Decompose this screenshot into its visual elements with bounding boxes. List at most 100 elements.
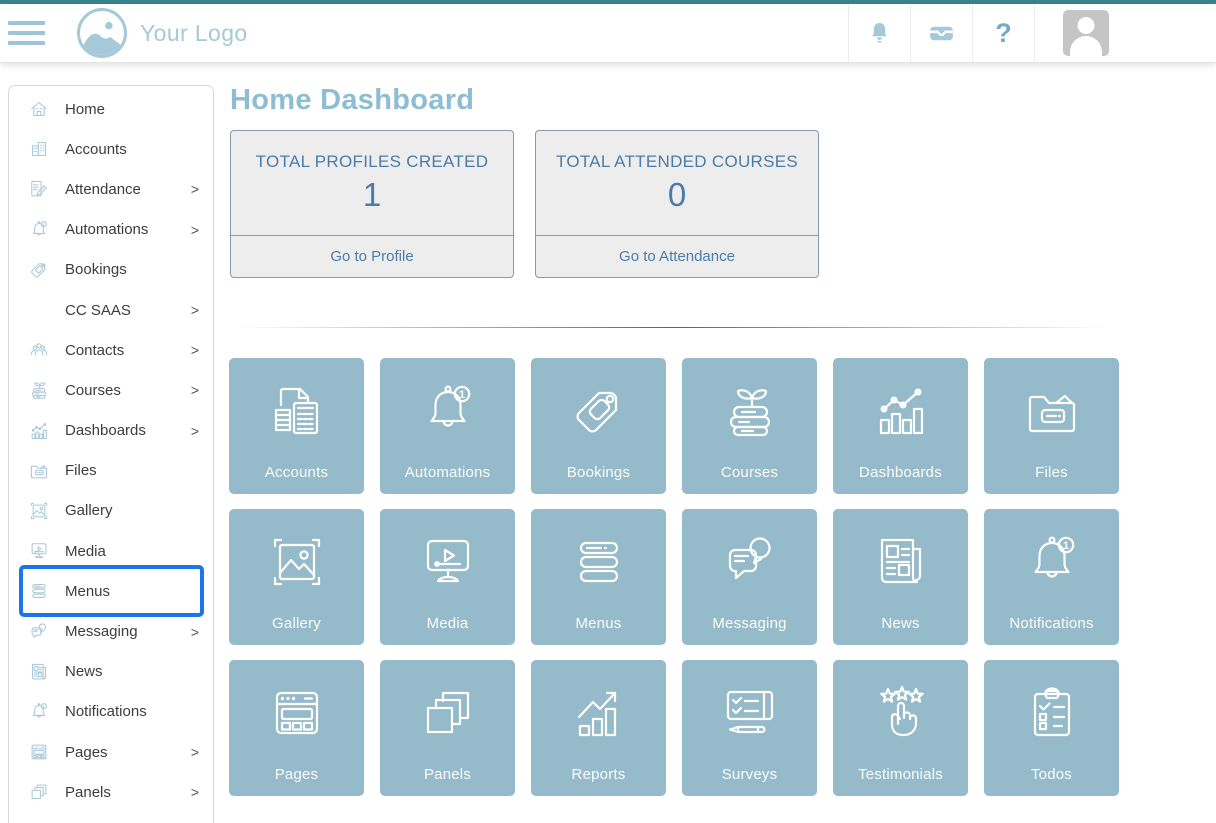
chevron-right-icon: > xyxy=(191,181,199,197)
inbox-icon[interactable] xyxy=(910,4,972,62)
tile-files[interactable]: Files xyxy=(984,358,1119,494)
chevron-right-icon: > xyxy=(191,423,199,439)
sidebar-item-panels[interactable]: Panels > xyxy=(9,772,213,812)
svg-text:1: 1 xyxy=(458,389,464,401)
sidebar-item-gallery[interactable]: Gallery > xyxy=(9,491,213,531)
stat-card-value: 1 xyxy=(231,176,513,214)
todo-clipboard-icon xyxy=(1020,681,1084,745)
sidebar-item-label: CC SAAS xyxy=(65,302,131,319)
tag-icon xyxy=(28,259,50,281)
chart-icon xyxy=(28,420,50,442)
sidebar-item-partial[interactable]: > xyxy=(9,812,213,823)
tile-panels[interactable]: Panels xyxy=(380,660,515,796)
sidebar-item-media[interactable]: Media > xyxy=(9,531,213,571)
sidebar-item-attendance[interactable]: Attendance > xyxy=(9,169,213,209)
tile-courses[interactable]: Courses xyxy=(682,358,817,494)
home-icon xyxy=(28,98,50,120)
stat-card-footer: Go to Profile xyxy=(231,235,513,277)
sidebar-item-label: Attendance xyxy=(65,181,141,198)
sidebar-item-home[interactable]: Home > xyxy=(9,89,213,129)
tile-label: Testimonials xyxy=(858,766,943,783)
tile-label: Automations xyxy=(405,464,491,481)
sidebar-item-label: Home xyxy=(65,101,105,118)
sidebar-item-label: Gallery xyxy=(65,502,113,519)
clipboard-pencil-icon xyxy=(28,178,50,200)
bell-badge-icon: 1 xyxy=(28,701,50,723)
tile-surveys[interactable]: Surveys xyxy=(682,660,817,796)
tile-label: Files xyxy=(1035,464,1068,481)
tile-notifications[interactable]: 1 Notifications xyxy=(984,509,1119,645)
sidebar-item-label: Pages xyxy=(65,744,108,761)
logo-text: Your Logo xyxy=(140,20,248,47)
tile-news[interactable]: News xyxy=(833,509,968,645)
notifications-bell-icon[interactable] xyxy=(848,4,910,62)
tile-automations[interactable]: 1 Automations xyxy=(380,358,515,494)
sidebar-item-bookings[interactable]: Bookings > xyxy=(9,250,213,290)
sidebar-item-courses[interactable]: Courses > xyxy=(9,370,213,410)
stat-card-attendance: TOTAL ATTENDED COURSES 0 Go to Attendanc… xyxy=(535,130,819,278)
go-to-profile-link[interactable]: Go to Profile xyxy=(330,248,413,265)
tile-label: Media xyxy=(427,615,469,632)
menu-bars-icon xyxy=(28,580,50,602)
tile-label: Accounts xyxy=(265,464,328,481)
folder-icon xyxy=(28,460,50,482)
tile-dashboards[interactable]: Dashboards xyxy=(833,358,968,494)
books-icon xyxy=(718,379,782,443)
chevron-right-icon: > xyxy=(191,342,199,358)
logo[interactable]: Your Logo xyxy=(77,4,248,62)
tile-media[interactable]: Media xyxy=(380,509,515,645)
monitor-icon xyxy=(28,540,50,562)
tile-todos[interactable]: Todos xyxy=(984,660,1119,796)
user-menu[interactable] xyxy=(1034,4,1216,62)
chevron-right-icon: > xyxy=(191,624,199,640)
sidebar-item-label: Notifications xyxy=(65,703,147,720)
tile-label: News xyxy=(881,615,919,632)
chevron-right-icon: > xyxy=(191,222,199,238)
sidebar-item-dashboards[interactable]: Dashboards > xyxy=(9,411,213,451)
sidebar-item-news[interactable]: News > xyxy=(9,652,213,692)
svg-text:1: 1 xyxy=(1062,540,1068,552)
sidebar-item-accounts[interactable]: Accounts > xyxy=(9,129,213,169)
tile-label: Notifications xyxy=(1009,615,1093,632)
hamburger-menu-icon[interactable] xyxy=(8,4,45,62)
avatar[interactable] xyxy=(1063,10,1109,56)
chevron-right-icon: > xyxy=(191,382,199,398)
tile-pages[interactable]: Pages xyxy=(229,660,364,796)
people-icon xyxy=(28,339,50,361)
stars-hand-icon xyxy=(869,681,933,745)
tile-bookings[interactable]: Bookings xyxy=(531,358,666,494)
tile-label: Dashboards xyxy=(859,464,942,481)
header-actions: ? xyxy=(848,4,1216,62)
tile-label: Surveys xyxy=(722,766,778,783)
sidebar-item-files[interactable]: Files > xyxy=(9,451,213,491)
sidebar-item-automations[interactable]: 1 Automations > xyxy=(9,210,213,250)
stat-card-title: TOTAL PROFILES CREATED xyxy=(231,152,513,172)
tile-label: Todos xyxy=(1031,766,1072,783)
stat-cards: TOTAL PROFILES CREATED 1 Go to Profile T… xyxy=(230,130,819,278)
tile-testimonials[interactable]: Testimonials xyxy=(833,660,968,796)
browser-icon xyxy=(265,681,329,745)
building-icon xyxy=(28,138,50,160)
tile-menus[interactable]: Menus xyxy=(531,509,666,645)
section-divider xyxy=(237,327,1109,328)
help-icon[interactable]: ? xyxy=(972,4,1034,62)
folder-icon xyxy=(1020,379,1084,443)
newspaper-icon xyxy=(28,661,50,683)
tile-label: Reports xyxy=(572,766,626,783)
sidebar-item-label: Messaging xyxy=(65,623,138,640)
sidebar-item-menus[interactable]: Menus > xyxy=(9,571,213,611)
tile-gallery[interactable]: Gallery xyxy=(229,509,364,645)
sidebar-item-notifications[interactable]: 1 Notifications > xyxy=(9,692,213,732)
sidebar-item-pages[interactable]: Pages > xyxy=(9,732,213,772)
sidebar-item-messaging[interactable]: Messaging > xyxy=(9,611,213,651)
sidebar-item-cc-saas[interactable]: CC SAAS > xyxy=(9,290,213,330)
go-to-attendance-link[interactable]: Go to Attendance xyxy=(619,248,735,265)
tile-accounts[interactable]: Accounts xyxy=(229,358,364,494)
tile-reports[interactable]: Reports xyxy=(531,660,666,796)
stat-card-title: TOTAL ATTENDED COURSES xyxy=(536,152,818,172)
books-icon xyxy=(28,379,50,401)
sidebar-item-contacts[interactable]: Contacts > xyxy=(9,330,213,370)
tile-messaging[interactable]: Messaging xyxy=(682,509,817,645)
page-title: Home Dashboard xyxy=(230,84,474,117)
sidebar-item-label: Files xyxy=(65,462,97,479)
